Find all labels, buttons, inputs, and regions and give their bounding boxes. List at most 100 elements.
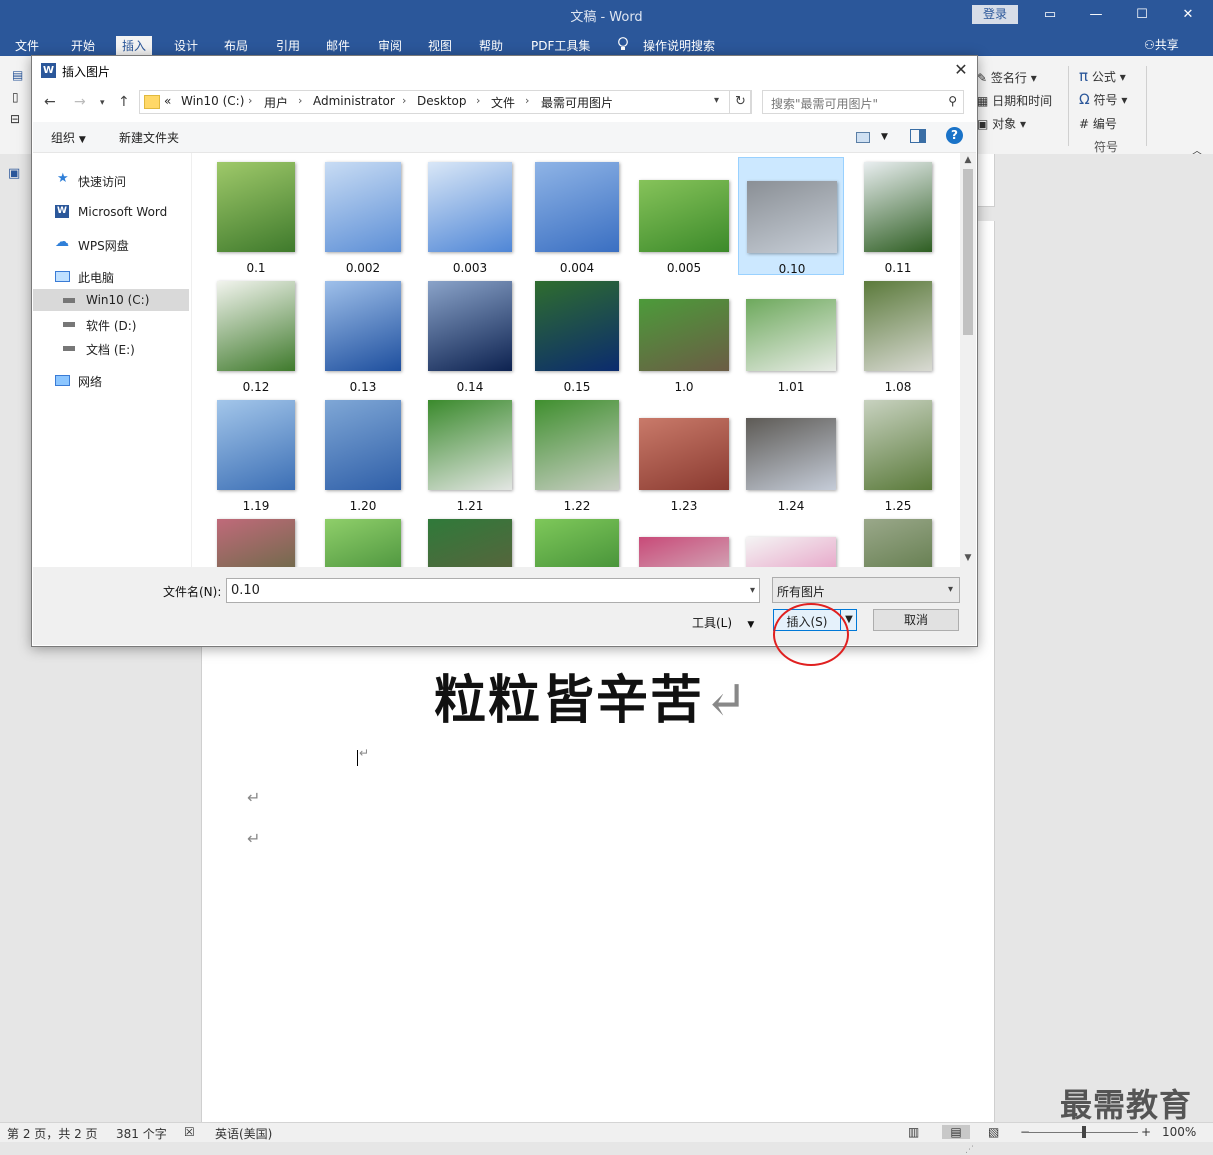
- tab-file[interactable]: 文件: [9, 36, 45, 56]
- cover-page-icon[interactable]: ▤: [12, 68, 23, 82]
- signature-line-button[interactable]: ✎ 签名行 ▾: [977, 69, 1037, 86]
- breadcrumb-files[interactable]: 文件: [491, 94, 515, 111]
- breadcrumb-overflow[interactable]: «: [164, 94, 171, 108]
- tab-home[interactable]: 开始: [65, 36, 101, 56]
- up-arrow-icon[interactable]: ↑: [118, 94, 130, 110]
- breadcrumb-separator[interactable]: ›: [298, 94, 302, 107]
- tab-mailings[interactable]: 邮件: [320, 36, 356, 56]
- ribbon-display-options-icon[interactable]: ▭: [1027, 4, 1073, 26]
- change-view-icon[interactable]: [856, 132, 870, 143]
- file-grid-scrollbar[interactable]: ▲ ▼: [960, 153, 976, 567]
- file-tile[interactable]: 0.1: [203, 157, 309, 275]
- save-icon[interactable]: ▣: [8, 166, 20, 181]
- nav-item-drive-d[interactable]: 软件 (D:): [33, 313, 189, 335]
- address-bar[interactable]: « Win10 (C:) › 用户 › Administrator › Desk…: [139, 90, 751, 114]
- file-tile[interactable]: 1.20: [310, 395, 416, 513]
- file-tile[interactable]: 1.01: [738, 276, 844, 394]
- read-mode-icon[interactable]: ▥: [908, 1125, 919, 1139]
- breadcrumb-current-folder[interactable]: 最需可用图片: [541, 94, 613, 111]
- zoom-level[interactable]: 100%: [1162, 1125, 1196, 1139]
- word-count[interactable]: 381 个字: [116, 1125, 167, 1142]
- resize-grip-icon[interactable]: ⋰: [965, 1145, 975, 1155]
- page-break-icon[interactable]: ⊟: [10, 112, 20, 126]
- file-tile[interactable]: [631, 514, 737, 567]
- minimize-icon[interactable]: —: [1073, 4, 1119, 26]
- blank-page-icon[interactable]: ▯: [12, 90, 19, 104]
- nav-item-microsoft-word[interactable]: W Microsoft Word: [33, 201, 189, 223]
- login-button[interactable]: 登录: [972, 5, 1018, 24]
- breadcrumb-desktop[interactable]: Desktop: [417, 94, 467, 108]
- object-button[interactable]: ▣ 对象 ▾: [977, 115, 1026, 132]
- tab-design[interactable]: 设计: [168, 36, 204, 56]
- scroll-up-icon[interactable]: ▲: [960, 153, 976, 167]
- organize-button[interactable]: 组织 ▼: [51, 129, 86, 146]
- language-indicator[interactable]: 英语(美国): [215, 1125, 272, 1142]
- file-tile[interactable]: 1.23: [631, 395, 737, 513]
- zoom-slider-thumb[interactable]: [1082, 1126, 1086, 1138]
- print-layout-icon[interactable]: ▤: [942, 1125, 970, 1139]
- preview-pane-icon[interactable]: [910, 129, 926, 143]
- file-tile[interactable]: 1.19: [203, 395, 309, 513]
- file-tile[interactable]: 1.22: [524, 395, 630, 513]
- zoom-in-button[interactable]: +: [1141, 1125, 1151, 1139]
- breadcrumb-separator[interactable]: ›: [476, 94, 480, 107]
- nav-item-wps-cloud[interactable]: ☁ WPS网盘: [33, 233, 189, 255]
- file-type-select[interactable]: 所有图片 ▾: [772, 577, 960, 603]
- file-tile[interactable]: [203, 514, 309, 567]
- nav-item-quick-access[interactable]: ★ 快速访问: [33, 169, 189, 191]
- back-arrow-icon[interactable]: ←: [44, 94, 56, 110]
- date-time-button[interactable]: ▦ 日期和时间: [977, 92, 1052, 109]
- view-options-dropdown-icon[interactable]: ▼: [881, 132, 888, 142]
- file-tile[interactable]: 0.12: [203, 276, 309, 394]
- tab-references[interactable]: 引用: [270, 36, 306, 56]
- page-count[interactable]: 第 2 页，共 2 页: [7, 1125, 98, 1142]
- file-tile[interactable]: 0.15: [524, 276, 630, 394]
- tab-pdf-tools[interactable]: PDF工具集: [525, 36, 596, 56]
- tab-layout[interactable]: 布局: [218, 36, 254, 56]
- recent-locations-icon[interactable]: ▾: [100, 98, 105, 108]
- scrollbar-thumb[interactable]: [963, 169, 973, 335]
- share-button[interactable]: ⚇共享: [1144, 36, 1179, 53]
- nav-item-drive-e[interactable]: 文档 (E:): [33, 337, 189, 359]
- file-tile[interactable]: 0.11: [845, 157, 951, 275]
- number-button[interactable]: # 编号: [1079, 115, 1117, 132]
- file-tile[interactable]: [738, 514, 844, 567]
- symbol-button[interactable]: Ω 符号 ▾: [1079, 91, 1127, 108]
- chevron-down-icon[interactable]: ▾: [750, 585, 755, 596]
- tell-me-search[interactable]: 操作说明搜索: [637, 36, 721, 56]
- breadcrumb-separator[interactable]: ›: [525, 94, 529, 107]
- file-tile[interactable]: 1.21: [417, 395, 523, 513]
- nav-item-this-pc[interactable]: 此电脑: [33, 265, 189, 287]
- tab-insert[interactable]: 插入: [116, 36, 153, 56]
- breadcrumb-drive[interactable]: Win10 (C:): [181, 94, 244, 108]
- file-tile[interactable]: 0.005: [631, 157, 737, 275]
- breadcrumb-users[interactable]: 用户: [264, 94, 288, 111]
- breadcrumb-separator[interactable]: ›: [248, 94, 252, 107]
- tab-review[interactable]: 审阅: [372, 36, 408, 56]
- help-icon[interactable]: ?: [946, 127, 963, 144]
- refresh-icon[interactable]: ↻: [729, 90, 752, 114]
- dialog-close-icon[interactable]: ✕: [950, 59, 972, 81]
- file-tile[interactable]: 1.0: [631, 276, 737, 394]
- filename-input[interactable]: 0.10 ▾: [226, 578, 760, 603]
- tab-help[interactable]: 帮助: [473, 36, 509, 56]
- file-tile[interactable]: 1.25: [845, 395, 951, 513]
- file-tile[interactable]: 0.002: [310, 157, 416, 275]
- file-tile[interactable]: [417, 514, 523, 567]
- file-tile[interactable]: 0.13: [310, 276, 416, 394]
- address-dropdown-icon[interactable]: ▾: [714, 95, 719, 106]
- equation-button[interactable]: π 公式 ▾: [1079, 67, 1126, 85]
- new-folder-button[interactable]: 新建文件夹: [119, 129, 179, 146]
- document-heading[interactable]: 粒粒皆辛苦↵: [434, 658, 750, 733]
- file-tile[interactable]: [524, 514, 630, 567]
- scroll-down-icon[interactable]: ▼: [960, 551, 976, 565]
- file-tile[interactable]: 0.003: [417, 157, 523, 275]
- cancel-button[interactable]: 取消: [873, 609, 959, 631]
- file-tile[interactable]: 1.08: [845, 276, 951, 394]
- tools-button[interactable]: 工具(L) ▼: [692, 614, 754, 631]
- file-tile[interactable]: 0.004: [524, 157, 630, 275]
- breadcrumb-separator[interactable]: ›: [402, 94, 406, 107]
- nav-item-network[interactable]: 网络: [33, 369, 189, 391]
- web-layout-icon[interactable]: ▧: [988, 1125, 999, 1139]
- maximize-icon[interactable]: ☐: [1119, 4, 1165, 26]
